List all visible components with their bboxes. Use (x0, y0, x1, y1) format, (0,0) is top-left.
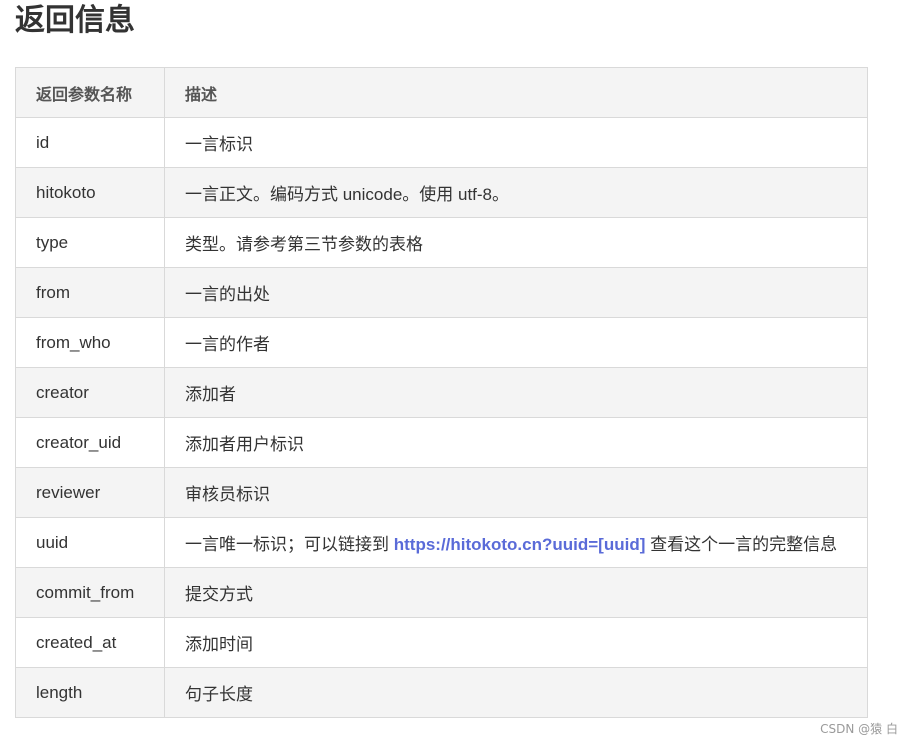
param-name-cell: commit_from (15, 567, 165, 618)
param-desc-cell: 添加者 (164, 367, 868, 418)
param-name-cell: length (15, 667, 165, 718)
header-param-name: 返回参数名称 (15, 67, 165, 118)
param-desc-cell: 句子长度 (164, 667, 868, 718)
table-row: from_who 一言的作者 (15, 317, 868, 368)
param-desc-cell: 一言唯一标识；可以链接到 https://hitokoto.cn?uuid=[u… (164, 517, 868, 568)
table-row: commit_from 提交方式 (15, 567, 868, 618)
page-title: 返回信息 (15, 3, 135, 38)
param-name-cell: hitokoto (15, 167, 165, 218)
table-row: uuid 一言唯一标识；可以链接到 https://hitokoto.cn?uu… (15, 517, 868, 568)
table-row: creator 添加者 (15, 367, 868, 418)
param-desc-cell: 类型。请参考第三节参数的表格 (164, 217, 868, 268)
table-header-row: 返回参数名称 描述 (15, 67, 868, 118)
param-desc-cell: 一言的出处 (164, 267, 868, 318)
param-desc-cell: 一言标识 (164, 117, 868, 168)
hitokoto-uuid-link[interactable]: https://hitokoto.cn?uuid=[uuid] (394, 535, 646, 554)
table-row: length 句子长度 (15, 667, 868, 718)
param-name-cell: created_at (15, 617, 165, 668)
csdn-watermark: CSDN @猿 白 (820, 722, 898, 736)
table-row: from 一言的出处 (15, 267, 868, 318)
header-description: 描述 (164, 67, 868, 118)
table-row: reviewer 审核员标识 (15, 467, 868, 518)
param-desc-cell: 添加者用户标识 (164, 417, 868, 468)
param-name-cell: creator (15, 367, 165, 418)
uuid-desc-suffix: 查看这个一言的完整信息 (645, 535, 838, 554)
param-name-cell: uuid (15, 517, 165, 568)
param-name-cell: creator_uid (15, 417, 165, 468)
uuid-desc-prefix: 一言唯一标识；可以链接到 (185, 535, 394, 554)
table-row: type 类型。请参考第三节参数的表格 (15, 217, 868, 268)
param-desc-cell: 一言正文。编码方式 unicode。使用 utf-8。 (164, 167, 868, 218)
param-name-cell: id (15, 117, 165, 168)
param-desc-cell: 一言的作者 (164, 317, 868, 368)
table-row: creator_uid 添加者用户标识 (15, 417, 868, 468)
table-row: created_at 添加时间 (15, 617, 868, 668)
param-desc-cell: 审核员标识 (164, 467, 868, 518)
param-name-cell: from (15, 267, 165, 318)
return-params-table: 返回参数名称 描述 id 一言标识 hitokoto 一言正文。编码方式 uni… (15, 67, 868, 718)
table-row: hitokoto 一言正文。编码方式 unicode。使用 utf-8。 (15, 167, 868, 218)
table-row: id 一言标识 (15, 117, 868, 168)
param-desc-cell: 添加时间 (164, 617, 868, 668)
param-name-cell: reviewer (15, 467, 165, 518)
param-desc-cell: 提交方式 (164, 567, 868, 618)
param-name-cell: from_who (15, 317, 165, 368)
param-name-cell: type (15, 217, 165, 268)
